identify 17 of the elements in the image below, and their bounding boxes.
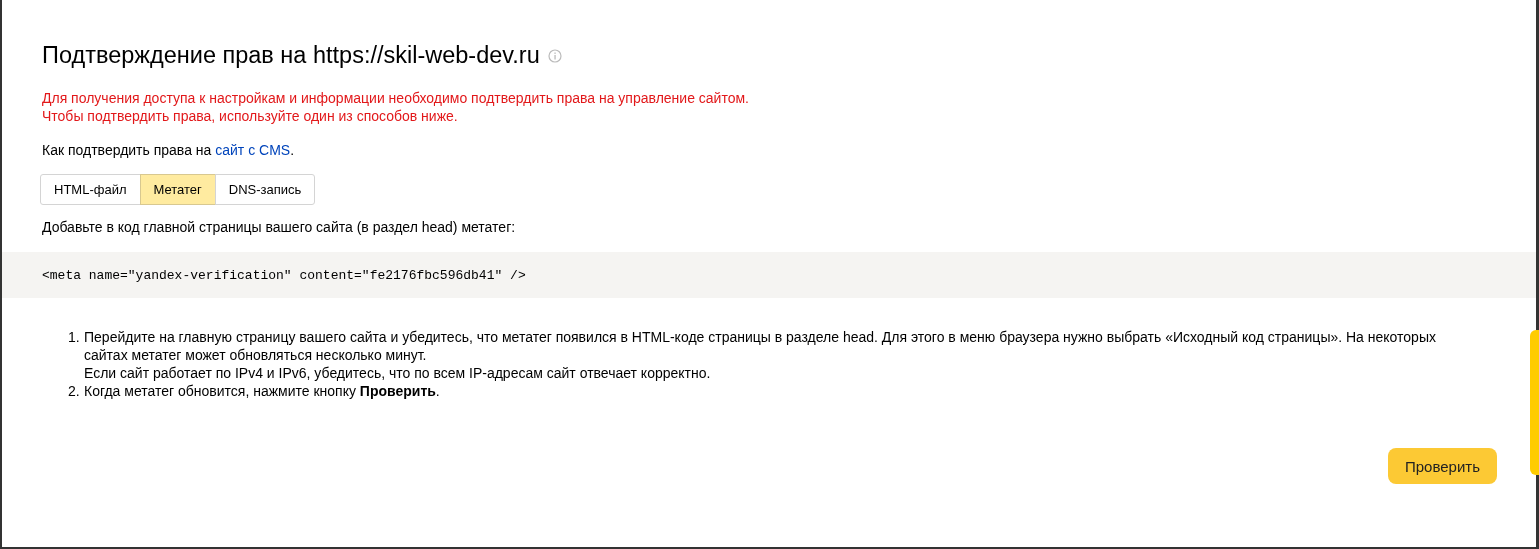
intro-text: Как подтвердить права на сайт с CMS. [42,141,296,159]
method-tab[interactable]: Метатег [139,174,216,205]
check-button[interactable]: Проверить [1388,448,1497,484]
step-number: 1. [68,328,81,347]
meta-tag-code: <meta name="yandex-verification" content="fe2176fbc596db41" /> [42,267,526,283]
step-text: Перейдите на главную страницу вашего сайта и убедитесь, что метатег появился в HTML-коде страницы в разделе head. Для этого в меню браузера нужно выбрать «Исходный код страницы». На некоторых сайтах метатег может обновляться несколько минут. [84,328,1437,364]
page-title: Подтверждение прав на https://skil-web-dev.ru [42,41,540,70]
step-number: 2. [68,382,81,400]
step-text: Если сайт работает по IPv4 и IPv6, убедитесь, что по всем IP-адресам сайт отвечает корректно. [84,364,712,382]
method-tab[interactable]: DNS-запись [214,174,316,205]
info-icon[interactable] [547,49,562,63]
step-text: Когда метатег обновится, нажмите кнопку Проверить. [84,382,440,400]
side-tab[interactable] [1530,330,1539,475]
method-tab[interactable]: HTML-файл [40,174,141,205]
warning-text: Для получения доступа к настройкам и информации необходимо подтвердить права на управление сайтом. [42,89,750,107]
warning-text: Чтобы подтвердить права, используйте один из способов ниже. [42,107,459,125]
instruction-text: Добавьте в код главной страницы вашего сайта (в раздел head) метатег: [42,218,517,236]
